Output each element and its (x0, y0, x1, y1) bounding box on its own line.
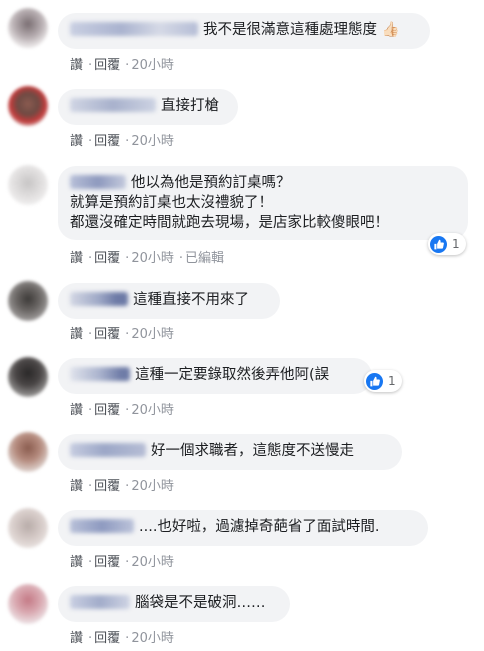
comment-bubble: 我不是很滿意這種處理態度 👍🏻 (58, 13, 430, 49)
avatar[interactable] (8, 357, 48, 397)
reply-link[interactable]: 回覆 (94, 327, 120, 342)
avatar[interactable] (8, 86, 48, 126)
reply-link[interactable]: 回覆 (94, 555, 120, 570)
like-link[interactable]: 讚 (70, 327, 83, 342)
comment-bubble: 腦袋是不是破洞…… (58, 586, 290, 622)
comment-actions: 讚 · 回覆 · 20小時 (70, 555, 174, 570)
like-link[interactable]: 讚 (70, 134, 83, 149)
comment-text-line: 就算是預約訂桌也太沒禮貌了！ (70, 195, 273, 211)
comment-text: 這種一定要錄取然後弄他阿(誤 (135, 367, 330, 383)
avatar[interactable] (8, 281, 48, 321)
commenter-name[interactable] (70, 98, 156, 112)
commenter-name[interactable] (70, 175, 126, 189)
commenter-name[interactable] (70, 519, 134, 533)
timestamp[interactable]: 20小時 (131, 58, 174, 73)
comment-bubble: 這種直接不用來了 (58, 283, 280, 319)
timestamp[interactable]: 20小時 (131, 479, 174, 494)
reply-link[interactable]: 回覆 (94, 134, 120, 149)
comment-actions: 讚 · 回覆 · 20小時 (70, 479, 174, 494)
comment-text: 腦袋是不是破洞…… (135, 595, 266, 611)
avatar[interactable] (8, 508, 48, 548)
comment-text: ....也好啦，過濾掉奇葩省了面試時間. (139, 519, 380, 535)
comment-text: 我不是很滿意這種處理態度 👍🏻 (203, 22, 400, 38)
avatar[interactable] (8, 584, 48, 624)
reply-link[interactable]: 回覆 (94, 631, 120, 646)
avatar[interactable] (8, 8, 48, 48)
comment-bubble: 好一個求職者，這態度不送慢走 (58, 434, 402, 470)
commenter-name[interactable] (70, 292, 128, 306)
reaction-count[interactable]: 1 (364, 370, 402, 392)
commenter-name[interactable] (70, 595, 130, 609)
comment-bubble: 直接打槍 (58, 89, 238, 125)
avatar[interactable] (8, 432, 48, 472)
comment-text-line: 都還沒確定時間就跑去現場，是店家比較傻眼吧！ (70, 215, 389, 231)
comment-actions: 讚 · 回覆 · 20小時 (70, 631, 174, 646)
edited-label[interactable]: 已編輯 (185, 251, 224, 266)
comment-bubble: 這種一定要錄取然後弄他阿(誤 (58, 358, 372, 394)
comment-actions: 讚 · 回覆 · 20小時 (70, 403, 174, 418)
like-link[interactable]: 讚 (70, 58, 83, 73)
reply-link[interactable]: 回覆 (94, 479, 120, 494)
timestamp[interactable]: 20小時 (131, 327, 174, 342)
commenter-name[interactable] (70, 443, 146, 457)
commenter-name[interactable] (70, 367, 130, 381)
timestamp[interactable]: 20小時 (131, 134, 174, 149)
like-link[interactable]: 讚 (70, 631, 83, 646)
timestamp[interactable]: 20小時 (131, 251, 174, 266)
like-link[interactable]: 讚 (70, 555, 83, 570)
timestamp[interactable]: 20小時 (131, 403, 174, 418)
reply-link[interactable]: 回覆 (94, 403, 120, 418)
commenter-name[interactable] (70, 22, 198, 36)
comment-text: 好一個求職者，這態度不送慢走 (151, 443, 354, 459)
comment-actions: 讚 · 回覆 · 20小時 (70, 58, 174, 73)
comment-text-line: 他以為他是預約訂桌嗎？ (131, 175, 291, 191)
timestamp[interactable]: 20小時 (131, 555, 174, 570)
timestamp[interactable]: 20小時 (131, 631, 174, 646)
comment-bubble: 他以為他是預約訂桌嗎？ 就算是預約訂桌也太沒禮貌了！ 都還沒確定時間就跑去現場，… (58, 166, 468, 240)
comment-text: 這種直接不用來了 (133, 292, 249, 308)
like-link[interactable]: 讚 (70, 403, 83, 418)
reply-link[interactable]: 回覆 (94, 58, 120, 73)
comment-actions: 讚 · 回覆 · 20小時 (70, 134, 174, 149)
like-link[interactable]: 讚 (70, 251, 83, 266)
avatar[interactable] (8, 165, 48, 205)
thumbs-up-icon (366, 372, 383, 390)
like-link[interactable]: 讚 (70, 479, 83, 494)
comment-actions: 讚 · 回覆 · 20小時 (70, 327, 174, 342)
comment-bubble: ....也好啦，過濾掉奇葩省了面試時間. (58, 510, 428, 546)
comment-actions: 讚 · 回覆 · 20小時 · 已編輯 (70, 251, 225, 266)
reaction-count[interactable]: 1 (428, 233, 466, 255)
reply-link[interactable]: 回覆 (94, 251, 120, 266)
thumbs-up-icon (430, 235, 447, 253)
comment-text: 直接打槍 (161, 98, 219, 114)
